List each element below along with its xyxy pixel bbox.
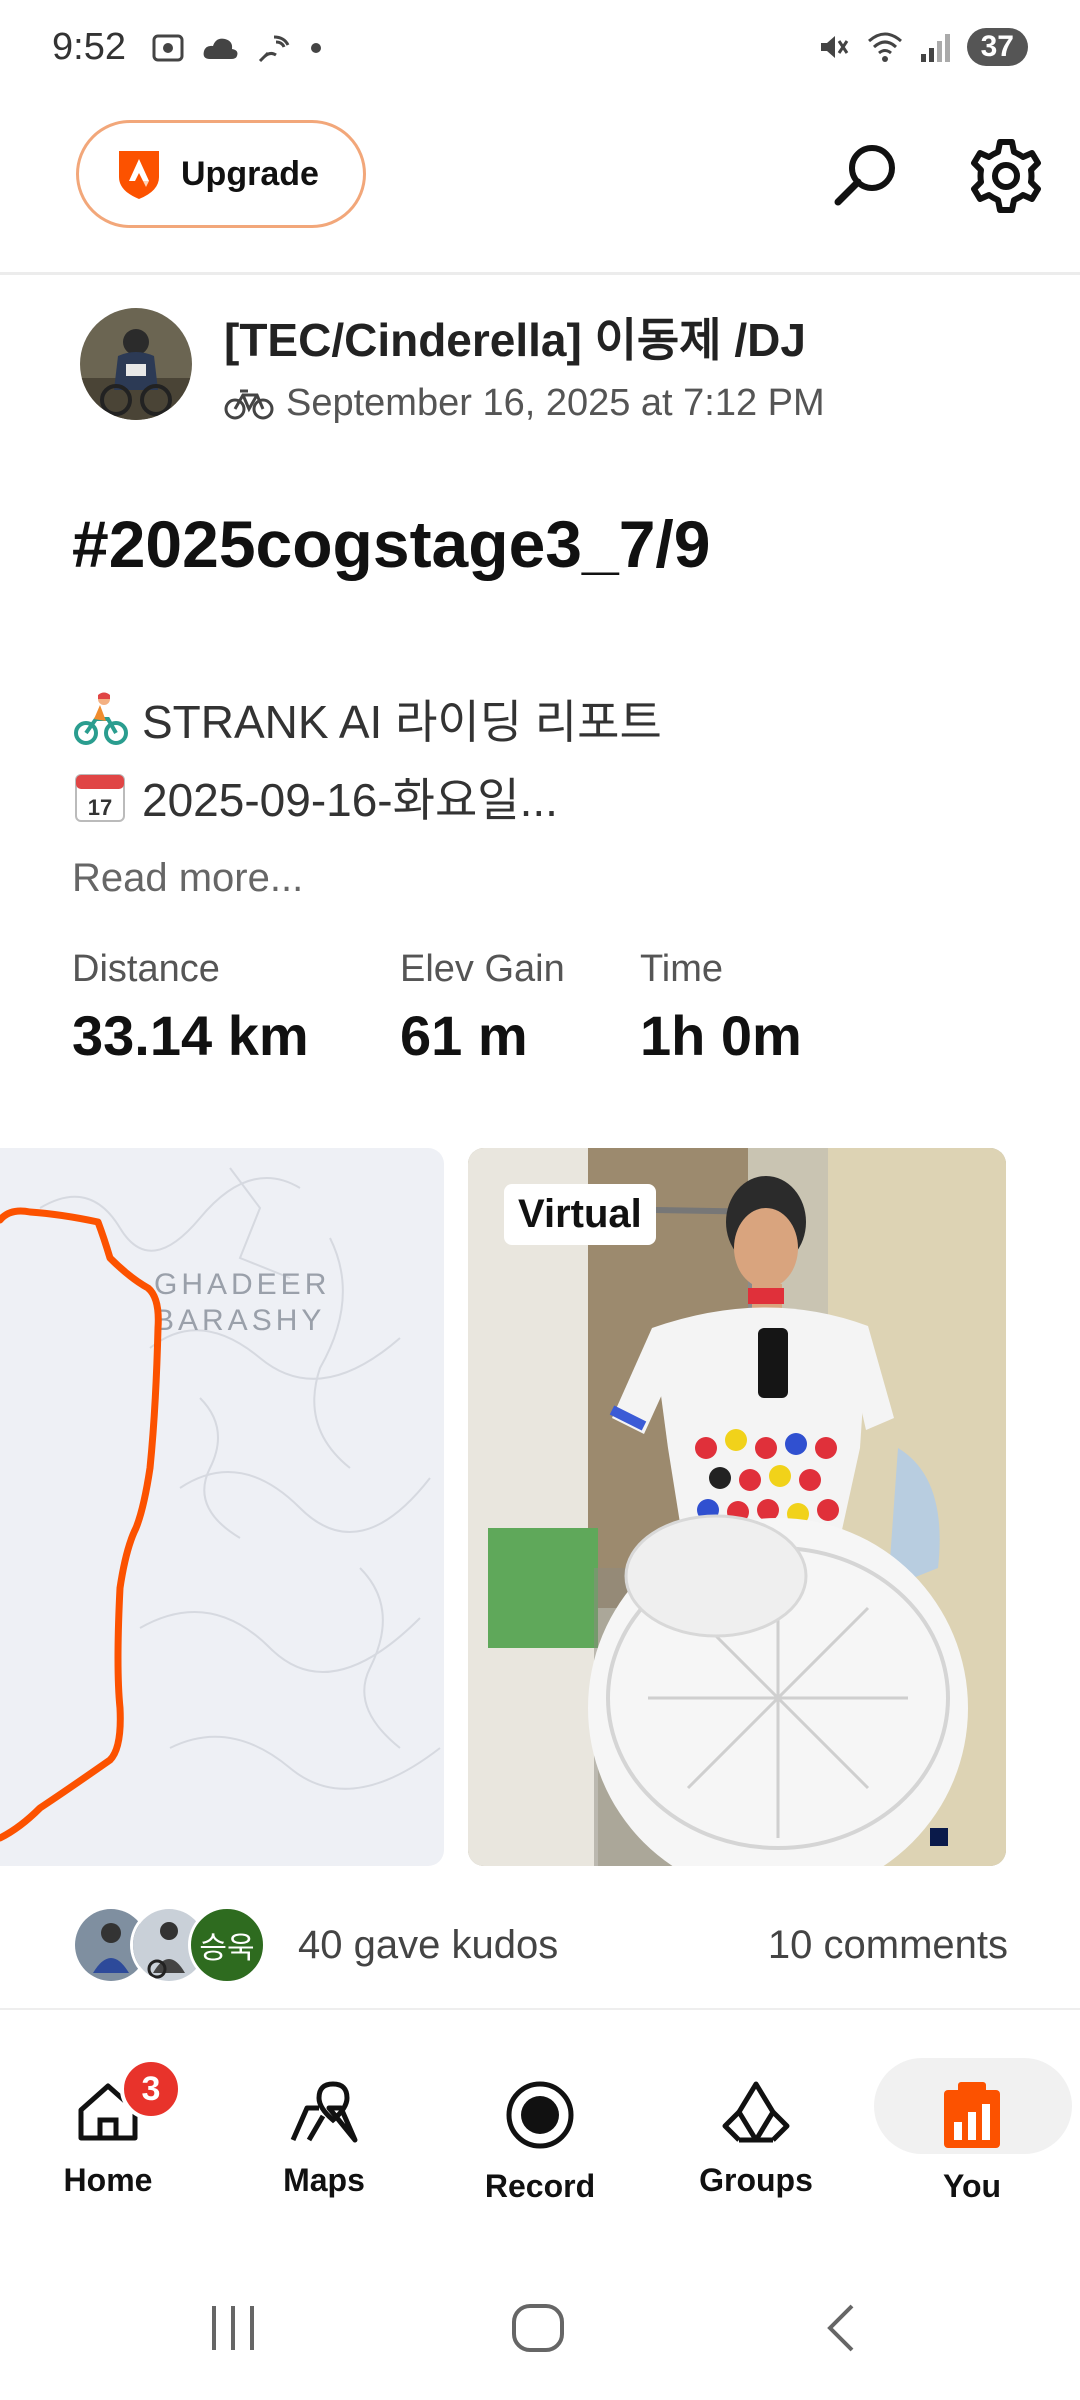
activity-meta: September 16, 2025 at 7:12 PM [224,382,825,425]
status-bar: 9:52 37 [0,0,1080,100]
status-notification-icons [150,30,324,66]
stat-elev-gain: Elev Gain 61 m [400,948,565,1068]
activity-title[interactable]: #2025cogstage3_7/9 [72,506,710,582]
you-stats-icon [944,2082,1000,2148]
header-divider [0,272,1080,275]
gear-icon[interactable] [966,136,1046,216]
map-pin-icon [290,2081,358,2143]
comments-count[interactable]: 10 comments [768,1923,1008,1968]
signal-icon [920,34,950,62]
nav-label: You [942,2168,1002,2204]
description-line-1: STRANK AI 라이딩 리포트 [72,686,662,752]
activity-datetime: September 16, 2025 at 7:12 PM [286,382,825,424]
upgrade-button[interactable]: Upgrade [76,120,366,228]
athlete-avatar[interactable] [80,308,192,420]
dot-icon [311,43,321,53]
status-system-icons: 37 [815,28,1028,66]
map-label-2: BARASHY [154,1304,325,1337]
stat-label: Time [640,948,724,990]
nav-home[interactable]: 3 Home [0,2040,216,2240]
wifi-icon [867,32,902,62]
description-line-2: 17 2025-09-16-화요일... [72,764,558,830]
stat-value: 33.14 km [72,1004,309,1067]
svg-text:17: 17 [88,795,112,820]
feed-divider [0,2008,1080,2010]
read-more-link[interactable]: Read more... [72,856,303,901]
cloud-icon [203,38,238,59]
bike-icon [224,389,274,419]
nav-maps[interactable]: Maps [216,2040,432,2240]
recent-apps-icon[interactable] [208,2300,258,2356]
stat-value: 61 m [400,1004,528,1067]
stat-label: Distance [72,948,220,990]
record-icon [506,2081,574,2149]
screenshot-icon [152,34,184,62]
kudos-row[interactable]: 승욱 40 gave kudos 10 comments [72,1900,1008,1990]
activity-photo[interactable]: Virtual [468,1148,1006,1866]
back-icon[interactable] [816,2300,866,2356]
nav-label: Record [484,2168,596,2204]
system-nav-bar [0,2270,1080,2400]
stat-distance: Distance 33.14 km [72,948,309,1068]
nav-label: Home [63,2162,153,2198]
kudos-count[interactable]: 40 gave kudos [298,1923,558,1968]
home-button-icon[interactable] [508,2300,568,2356]
battery-indicator: 37 [966,28,1028,66]
route-map[interactable]: GHADEER BARASHY [0,1148,444,1866]
status-time: 9:52 [52,26,126,68]
description-text-2: 2025-09-16-화요일... [142,774,558,826]
map-label-1: GHADEER [154,1268,330,1301]
bottom-nav: 3 Home Maps Record Groups You [0,2040,1080,2240]
virtual-tag: Virtual [504,1184,656,1245]
route-line [0,1207,162,1842]
groups-icon [722,2081,790,2143]
nav-you[interactable]: You [864,2040,1080,2240]
stat-value: 1h 0m [640,1004,802,1067]
stat-time: Time 1h 0m [640,948,802,1068]
description-text-1: STRANK AI 라이딩 리포트 [142,696,662,748]
strava-shield-icon [119,151,159,199]
wifi-calling-icon [258,35,290,63]
search-icon[interactable] [826,136,906,216]
upgrade-label: Upgrade [181,154,319,193]
stat-label: Elev Gain [400,948,565,990]
kudos-avatar: 승욱 [188,1906,266,1984]
mute-icon [820,36,848,58]
calendar-emoji-icon: 17 [75,774,125,822]
athlete-name[interactable]: [TEC/Cinderella] 이동제 /DJ [224,304,806,370]
nav-record[interactable]: Record [432,2040,648,2240]
cyclist-emoji-icon [74,692,128,745]
nav-label: Groups [699,2162,813,2198]
nav-label: Maps [283,2162,365,2198]
nav-groups[interactable]: Groups [648,2040,864,2240]
notification-badge: 3 [120,2058,182,2120]
